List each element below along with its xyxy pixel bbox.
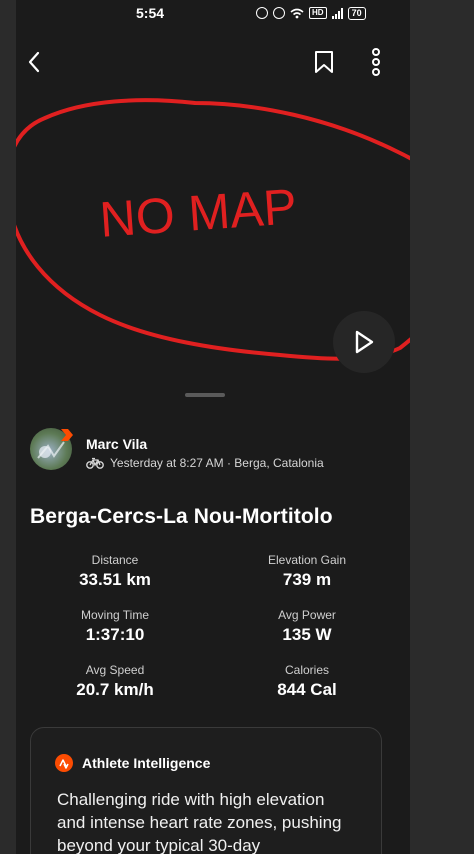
stat-value: 844 Cal [277, 680, 337, 699]
more-options-button[interactable] [358, 44, 394, 80]
stat-value: 135 W [282, 625, 332, 644]
stat-label: Elevation Gain [267, 553, 347, 567]
subscriber-badge-icon [61, 429, 73, 441]
stat-value: 20.7 km/h [76, 680, 154, 699]
status-bar: 5:54 HD 70 [16, 0, 410, 26]
more-vertical-icon [372, 48, 380, 76]
ai-card-title: Athlete Intelligence [82, 755, 211, 771]
hd-badge: HD [309, 7, 327, 19]
activity-title: Berga-Cercs-La Nou-Mortitolo [30, 505, 333, 528]
stat-label: Avg Speed [85, 663, 145, 677]
athlete-row[interactable]: Marc Vila Yesterday at 8:27 AM · Berga, … [30, 428, 400, 478]
activity-meta: Yesterday at 8:27 AM · Berga, Catalonia [86, 456, 324, 470]
stat-label: Distance [91, 553, 139, 567]
data-saver-icon [256, 7, 268, 19]
top-nav [16, 40, 410, 84]
status-icons: HD 70 [256, 5, 366, 21]
ai-card-summary: Challenging ride with high elevation and… [57, 790, 342, 854]
stat-elevation-gain: Elevation Gain 739 m [222, 553, 392, 590]
stat-value: 33.51 km [79, 570, 151, 589]
bookmark-icon [315, 51, 333, 73]
status-time: 5:54 [136, 5, 165, 21]
back-button[interactable] [16, 44, 52, 80]
wifi-icon [290, 8, 304, 18]
signal-icon [331, 7, 343, 19]
ai-card-header: Athlete Intelligence [55, 754, 210, 772]
bookmark-button[interactable] [306, 44, 342, 80]
stat-calories: Calories 844 Cal [222, 663, 392, 700]
battery-indicator: 70 [347, 6, 366, 20]
activity-timestamp-location: Yesterday at 8:27 AM · Berga, Catalonia [110, 456, 324, 470]
athlete-name[interactable]: Marc Vila [86, 436, 147, 452]
chevron-left-icon [28, 51, 40, 73]
stat-label: Calories [284, 663, 329, 677]
stat-label: Moving Time [80, 608, 150, 622]
strava-logo-icon [55, 754, 73, 772]
stat-moving-time: Moving Time 1:37:10 [30, 608, 200, 645]
stat-avg-speed: Avg Speed 20.7 km/h [30, 663, 200, 700]
sheet-drag-handle[interactable] [185, 393, 225, 397]
bike-icon [86, 457, 104, 469]
stat-label: Avg Power [278, 608, 336, 622]
map-area[interactable]: NO MAP [16, 84, 410, 384]
stat-distance: Distance 33.51 km [30, 553, 200, 590]
stat-value: 739 m [282, 570, 332, 589]
play-icon [355, 330, 374, 354]
alarm-icon [273, 7, 285, 19]
flyover-play-button[interactable] [333, 311, 395, 373]
activity-screen: 5:54 HD 70 NO MAP Marc Vila Yesterday at… [16, 0, 410, 854]
annotation-text: NO MAP [98, 178, 299, 248]
athlete-intelligence-card[interactable]: Athlete Intelligence Challenging ride wi… [30, 727, 382, 854]
stat-avg-power: Avg Power 135 W [222, 608, 392, 645]
stat-value: 1:37:10 [85, 625, 145, 644]
